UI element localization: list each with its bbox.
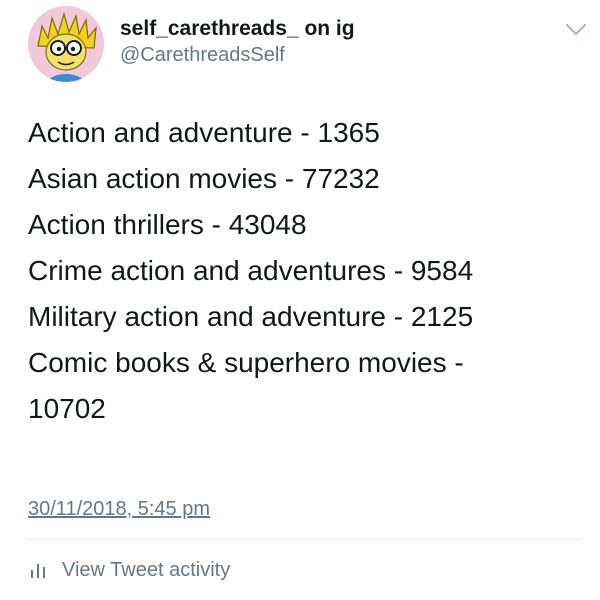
tweet-timestamp[interactable]: 30/11/2018, 5:45 pm xyxy=(28,496,210,522)
tweet-line-comic-books: Comic books & superhero movies - xyxy=(28,347,464,378)
user-handle[interactable]: @CarethreadsSelf xyxy=(120,42,355,68)
tweet-line-action-thrillers: Action thrillers - 43048 xyxy=(28,209,307,240)
chevron-down-icon[interactable] xyxy=(564,20,588,40)
tweet-text: Action and adventure - 1365 Asian action… xyxy=(28,110,583,432)
display-name[interactable]: self_carethreads_ on ig xyxy=(120,16,355,42)
tweet-header: self_carethreads_ on ig @CarethreadsSelf xyxy=(28,6,588,86)
activity-label: View Tweet activity xyxy=(62,558,231,581)
tweet-line-action-adventure: Action and adventure - 1365 xyxy=(28,117,380,148)
tweet-line-military-action: Military action and adventure - 2125 xyxy=(28,301,474,332)
divider xyxy=(28,539,581,540)
view-tweet-activity-link[interactable]: View Tweet activity xyxy=(28,556,230,584)
cartoon-face-icon xyxy=(28,6,104,82)
tweet-line-crime-action: Crime action and adventures - 9584 xyxy=(28,255,474,286)
tweet-line-asian-action: Asian action movies - 77232 xyxy=(28,163,380,194)
bar-chart-icon xyxy=(31,564,45,578)
avatar[interactable] xyxy=(28,6,104,82)
tweet-card: self_carethreads_ on ig @CarethreadsSelf… xyxy=(0,0,600,600)
tweet-line-comic-books-count: 10702 xyxy=(28,393,106,424)
author-names: self_carethreads_ on ig @CarethreadsSelf xyxy=(120,16,355,68)
